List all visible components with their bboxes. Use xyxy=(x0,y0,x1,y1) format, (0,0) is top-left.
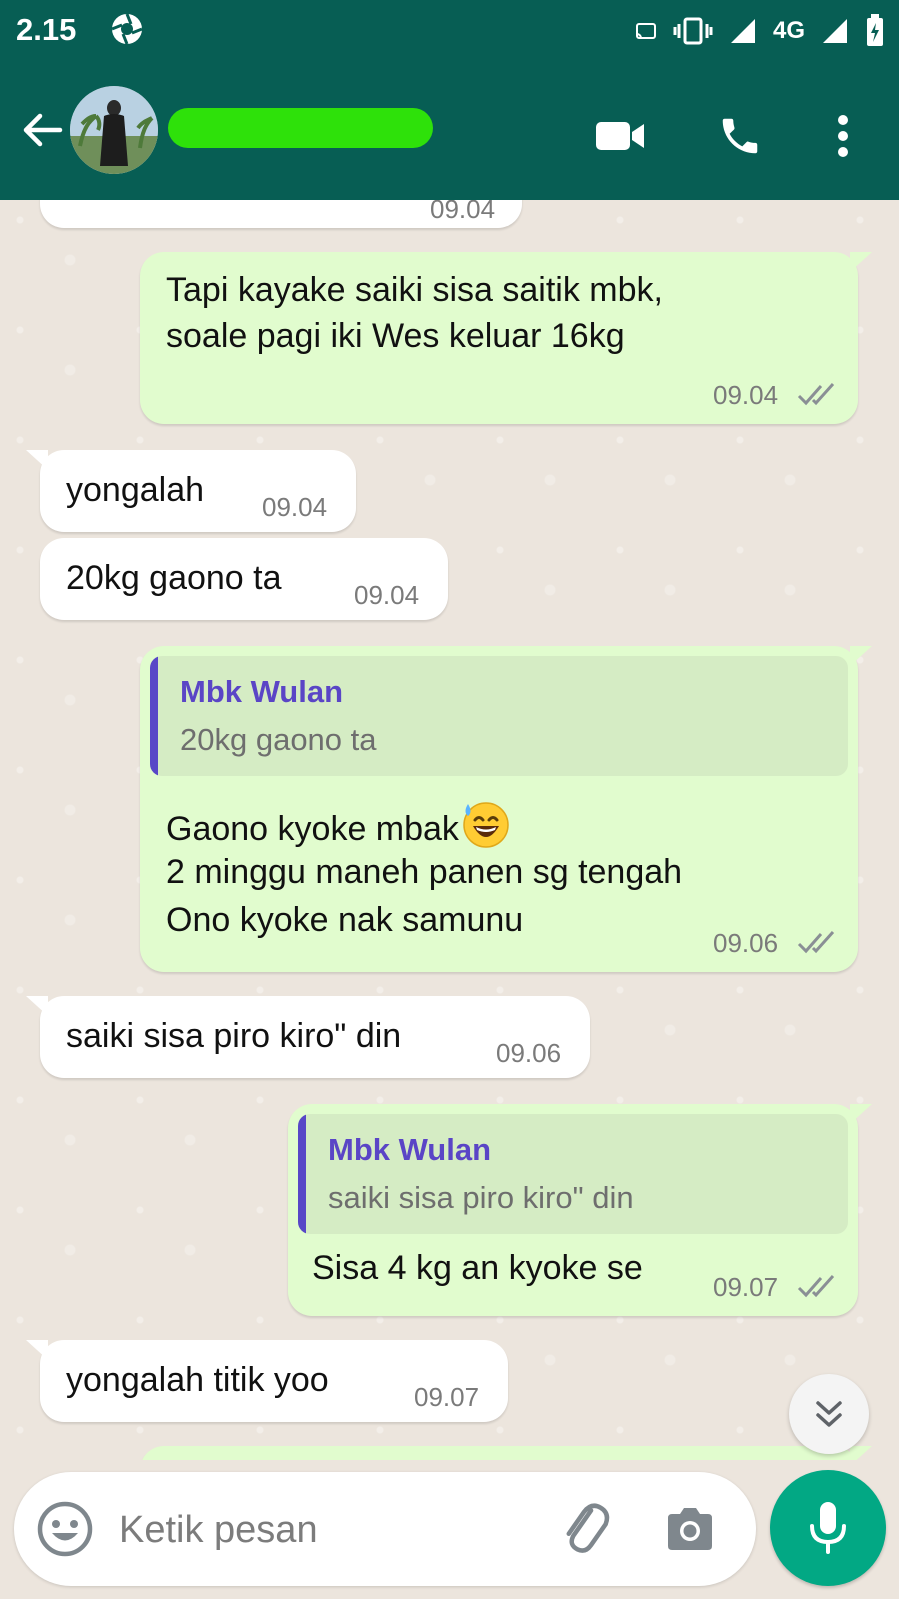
message-bubble-incoming[interactable]: yongalah titik yoo 09.07 xyxy=(26,1340,508,1422)
more-options-icon xyxy=(838,115,848,157)
status-time: 2.15 xyxy=(16,12,77,47)
battery-icon xyxy=(867,14,883,46)
contact-name-redacted[interactable] xyxy=(168,108,433,148)
signal-icon-2 xyxy=(823,19,847,43)
signal-icon xyxy=(730,19,755,43)
message-text: yongalah xyxy=(66,471,205,509)
voice-call-button[interactable] xyxy=(714,110,766,162)
message-bubble-outgoing[interactable]: Tapi kayake saiki sisa saitik mbk, soale… xyxy=(140,252,872,424)
message-time: 09.06 xyxy=(713,928,779,958)
more-options-button[interactable] xyxy=(818,110,868,162)
message-text-line: Ono kyoke nak samunu xyxy=(166,901,524,939)
vibrate-icon xyxy=(673,17,713,45)
message-bubble-incoming[interactable]: saiki sisa piro kiro" din 09.06 xyxy=(26,996,590,1078)
message-text-line: Gaono kyoke mbak xyxy=(166,796,513,852)
cast-icon xyxy=(635,23,656,39)
video-call-button[interactable] xyxy=(594,110,646,162)
mic-icon xyxy=(810,1502,846,1554)
emoji-icon[interactable] xyxy=(36,1500,94,1558)
avatar-image xyxy=(70,86,158,174)
camera-icon[interactable] xyxy=(662,1502,718,1558)
message-text: saiki sisa piro kiro" din xyxy=(66,1017,402,1055)
message-bubble-incoming[interactable]: yongalah 09.04 xyxy=(26,450,356,532)
double-check-icon xyxy=(797,382,835,406)
message-input[interactable] xyxy=(119,1502,539,1558)
voice-message-button[interactable] xyxy=(770,1470,886,1586)
scroll-to-bottom-button[interactable] xyxy=(789,1374,869,1454)
message-bubble-incoming[interactable]: 09.04 xyxy=(40,200,522,228)
message-bubble-outgoing[interactable]: Mbk Wulan 20kg gaono ta Gaono kyoke mbak… xyxy=(140,646,872,972)
quote-accent-bar xyxy=(298,1114,306,1234)
video-call-icon xyxy=(596,122,644,150)
double-check-icon xyxy=(797,1274,835,1298)
quoted-sender: Mbk Wulan xyxy=(328,1132,492,1167)
message-text-line: 2 minggu maneh panen sg tengah xyxy=(166,853,683,891)
attach-icon[interactable] xyxy=(554,1498,614,1558)
message-text-line: Tapi kayake saiki sisa saitik mbk, xyxy=(166,271,663,309)
quoted-message[interactable]: Mbk Wulan 20kg gaono ta xyxy=(150,656,848,776)
message-time: 09.04 xyxy=(354,580,420,610)
double-check-icon xyxy=(797,930,835,954)
app-header: 2.15 4G xyxy=(0,0,899,200)
scroll-down-icon xyxy=(816,1401,842,1427)
quoted-text: 20kg gaono ta xyxy=(180,722,377,757)
message-text: yongalah titik yoo xyxy=(66,1361,329,1399)
sweat-smile-emoji-icon xyxy=(463,802,509,848)
quoted-text: saiki sisa piro kiro" din xyxy=(328,1180,634,1215)
message-time: 09.06 xyxy=(496,1038,562,1068)
chat-area[interactable]: 09.04 Tapi kayake saiki sisa saitik mbk,… xyxy=(0,200,899,1460)
message-time: 09.04 xyxy=(430,200,496,224)
contact-avatar[interactable] xyxy=(70,86,158,174)
quoted-message[interactable]: Mbk Wulan saiki sisa piro kiro" din xyxy=(298,1114,848,1234)
voice-call-icon xyxy=(722,118,758,154)
screenshot-shutter-icon xyxy=(111,13,143,45)
status-icons: 4G xyxy=(635,14,885,48)
network-type: 4G xyxy=(772,17,805,44)
quoted-sender: Mbk Wulan xyxy=(180,674,344,709)
message-time: 09.04 xyxy=(713,380,779,410)
message-text: 20kg gaono ta xyxy=(66,559,282,597)
message-time: 09.07 xyxy=(713,1272,779,1302)
quote-accent-bar xyxy=(150,656,158,776)
message-bubble-outgoing-partial[interactable] xyxy=(140,1446,872,1460)
back-arrow-icon[interactable] xyxy=(20,108,64,152)
message-text-line: Sisa 4 kg an kyoke se xyxy=(312,1249,643,1287)
message-time: 09.04 xyxy=(262,492,328,522)
message-time: 09.07 xyxy=(414,1382,480,1412)
message-composer xyxy=(14,1472,756,1586)
message-text-line: soale pagi iki Wes keluar 16kg xyxy=(166,317,625,355)
message-bubble-outgoing[interactable]: Mbk Wulan saiki sisa piro kiro" din Sisa… xyxy=(288,1104,872,1316)
message-text-line-content: Gaono kyoke mbak xyxy=(166,810,459,848)
message-bubble-incoming[interactable]: 20kg gaono ta 09.04 xyxy=(40,538,448,620)
